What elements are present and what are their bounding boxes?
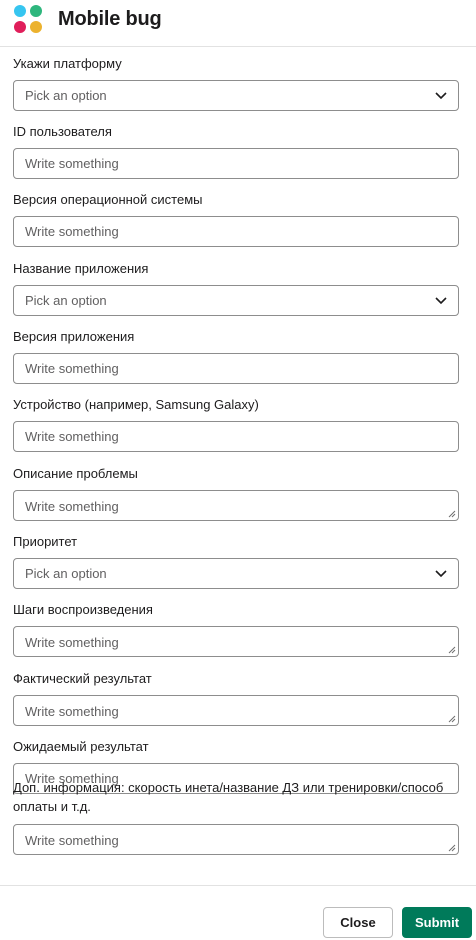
problem-description-textarea[interactable]: Write something bbox=[13, 490, 459, 521]
os-version-placeholder: Write something bbox=[25, 224, 119, 239]
app-version-label: Версия приложения bbox=[13, 329, 135, 344]
extra-info-label-line1: Доп. информация: скорость инета/название… bbox=[13, 780, 444, 795]
resize-handle-icon[interactable] bbox=[448, 510, 456, 518]
platform-select-value: Pick an option bbox=[25, 88, 107, 103]
actual-result-placeholder: Write something bbox=[25, 704, 119, 719]
os-version-label: Версия операционной системы bbox=[13, 192, 203, 207]
actual-result-label: Фактический результат bbox=[13, 671, 152, 686]
steps-label: Шаги воспроизведения bbox=[13, 602, 153, 617]
os-version-input[interactable]: Write something bbox=[13, 216, 459, 247]
device-label: Устройство (например, Samsung Galaxy) bbox=[13, 397, 259, 412]
resize-handle-icon[interactable] bbox=[448, 715, 456, 723]
bug-report-form: Укажи платформу Pick an option ID пользо… bbox=[0, 47, 476, 885]
priority-label: Приоритет bbox=[13, 534, 78, 549]
modal-title: Mobile bug bbox=[58, 8, 162, 30]
steps-textarea[interactable]: Write something bbox=[13, 626, 459, 657]
priority-select-value: Pick an option bbox=[25, 566, 107, 581]
steps-placeholder: Write something bbox=[25, 635, 119, 650]
priority-select[interactable]: Pick an option bbox=[13, 558, 459, 589]
chevron-down-icon bbox=[435, 91, 447, 99]
expected-result-label: Ожидаемый результат bbox=[13, 739, 149, 754]
user-id-placeholder: Write something bbox=[25, 156, 119, 171]
extra-info-label-line2: оплаты и т.д. bbox=[13, 799, 91, 814]
modal-header: Mobile bug bbox=[0, 0, 476, 47]
user-id-input[interactable]: Write something bbox=[13, 148, 459, 179]
resize-handle-icon[interactable] bbox=[448, 646, 456, 654]
modal-footer: Close Submit bbox=[0, 885, 476, 940]
extra-info-textarea[interactable]: Write something bbox=[13, 824, 459, 855]
platform-select[interactable]: Pick an option bbox=[13, 80, 459, 111]
device-placeholder: Write something bbox=[25, 429, 119, 444]
app-name-label: Название приложения bbox=[13, 261, 149, 276]
app-version-input[interactable]: Write something bbox=[13, 353, 459, 384]
submit-button[interactable]: Submit bbox=[402, 907, 472, 938]
extra-info-placeholder: Write something bbox=[25, 833, 119, 848]
app-name-select[interactable]: Pick an option bbox=[13, 285, 459, 316]
actual-result-textarea[interactable]: Write something bbox=[13, 695, 459, 726]
close-button[interactable]: Close bbox=[323, 907, 393, 938]
device-input[interactable]: Write something bbox=[13, 421, 459, 452]
problem-description-placeholder: Write something bbox=[25, 499, 119, 514]
platform-label: Укажи платформу bbox=[13, 56, 122, 71]
app-version-placeholder: Write something bbox=[25, 361, 119, 376]
chevron-down-icon bbox=[435, 569, 447, 577]
chevron-down-icon bbox=[435, 296, 447, 304]
app-name-select-value: Pick an option bbox=[25, 293, 107, 308]
user-id-label: ID пользователя bbox=[13, 124, 112, 139]
problem-description-label: Описание проблемы bbox=[13, 466, 138, 481]
slack-logo-icon bbox=[14, 5, 42, 33]
resize-handle-icon[interactable] bbox=[448, 844, 456, 852]
